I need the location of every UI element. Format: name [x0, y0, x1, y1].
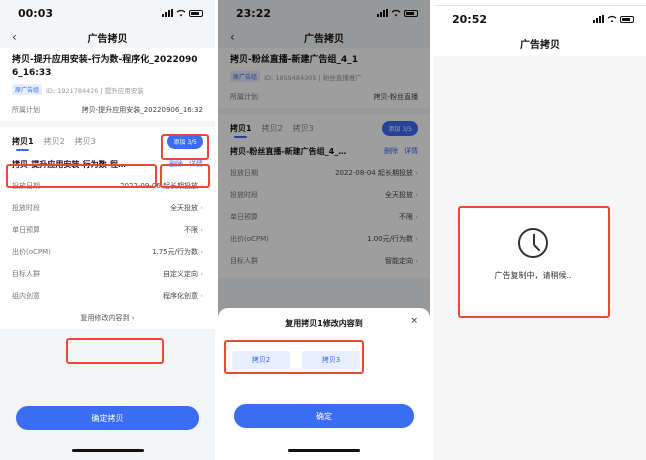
- copy-name: 拷贝-提升应用安装-行为数-程…: [12, 159, 126, 169]
- source-tag: 原广告组: [12, 84, 43, 95]
- home-indicator: [71, 449, 144, 452]
- confirm-copy-button[interactable]: 确定拷贝: [16, 406, 199, 430]
- nav-bar: ‹ 广告拷贝: [0, 26, 215, 48]
- option-copy-2[interactable]: 拷贝2: [232, 351, 290, 369]
- loading-text: 广告复制中，请稍候..: [494, 271, 572, 280]
- plan-row: 所属计划 拷贝-提升应用安装_20220906_16:32: [12, 105, 203, 115]
- signal-icon: [593, 15, 604, 23]
- copy-card: 拷贝1 拷贝2 拷贝3 添加 3/5 拷贝-提升应用安装-行为数-程… 删除 详…: [0, 127, 215, 329]
- setting-row[interactable]: 投放日期 2022-09-06 起长期投放: [12, 175, 203, 197]
- page-title: 广告拷贝: [87, 33, 128, 45]
- signal-icon: [162, 9, 173, 17]
- wifi-icon: [176, 9, 186, 17]
- setting-row[interactable]: 出价(oCPM) 1.75元/行为数: [12, 241, 203, 263]
- setting-row[interactable]: 目标人群 自定义定向: [12, 263, 203, 285]
- detail-button[interactable]: 详情: [189, 159, 203, 169]
- target-copy-options: 拷贝2 拷贝3: [218, 351, 430, 369]
- setting-row[interactable]: 单日预算 不限: [12, 219, 203, 241]
- delete-button[interactable]: 删除: [169, 159, 183, 169]
- status-bar: 20:52: [434, 6, 646, 32]
- copy-tabs: 拷贝1 拷贝2 拷贝3 添加 3/5: [12, 129, 203, 153]
- ad-id-text: ID: 1921784426 | 提升应用安装: [46, 86, 144, 95]
- add-copy-button[interactable]: 添加 3/5: [167, 134, 203, 149]
- phone-screen-3: 20:52 广告拷贝 广告复制中，请稍候..: [434, 0, 646, 460]
- copy-name-row: 拷贝-提升应用安装-行为数-程… 删除 详情: [12, 153, 203, 175]
- plan-label: 所属计划: [12, 106, 40, 114]
- status-icons: [593, 15, 634, 23]
- row-value: 自定义定向: [163, 269, 203, 279]
- tab-copy-2[interactable]: 拷贝2: [44, 136, 65, 147]
- row-value: 2022-09-06 起长期投放: [120, 181, 203, 191]
- row-label: 投放日期: [12, 182, 40, 190]
- storyboard: 00:03 ‹ 广告拷贝 拷贝-提升应用安装-行为数-程序化_20220906_…: [0, 0, 646, 460]
- status-bar: 00:03: [0, 0, 215, 26]
- copy-actions: 删除 详情: [169, 159, 203, 169]
- setting-list: 投放日期 2022-09-06 起长期投放 投放时段 全天投放 单日预算 不限 出价(…: [12, 175, 203, 307]
- ad-title: 拷贝-提升应用安装-行为数-程序化_20220906_16:33: [12, 55, 198, 78]
- battery-icon: [620, 15, 634, 23]
- highlight-reuse: [66, 338, 164, 364]
- nav-bar: 广告拷贝: [434, 32, 646, 54]
- setting-row[interactable]: 组内创意 程序化创意: [12, 285, 203, 307]
- plan-value: 拷贝-提升应用安装_20220906_16:32: [81, 106, 203, 114]
- phone-screen-1: 00:03 ‹ 广告拷贝 拷贝-提升应用安装-行为数-程序化_20220906_…: [0, 0, 215, 460]
- row-label: 投放时段: [12, 204, 40, 212]
- row-label: 单日预算: [12, 226, 40, 234]
- page-title: 广告拷贝: [520, 39, 560, 51]
- back-icon[interactable]: ‹: [12, 30, 17, 44]
- row-value: 不限: [184, 225, 203, 235]
- clock-icon: [518, 228, 548, 258]
- confirm-button[interactable]: 确定: [234, 404, 414, 428]
- reuse-changes-button[interactable]: 复用修改内容到 ›: [12, 313, 203, 323]
- setting-row[interactable]: 投放时段 全天投放: [12, 197, 203, 219]
- status-icons: [162, 9, 203, 17]
- battery-icon: [189, 9, 203, 17]
- ad-info-card: 拷贝-提升应用安装-行为数-程序化_20220906_16:33 原广告组 ID…: [0, 48, 215, 121]
- row-value: 1.75元/行为数: [152, 247, 203, 257]
- option-copy-3[interactable]: 拷贝3: [302, 351, 360, 369]
- status-time: 00:03: [18, 6, 54, 20]
- home-indicator: [288, 449, 360, 452]
- sheet-title: 复用拷贝1修改内容到: [285, 319, 363, 328]
- row-label: 目标人群: [12, 270, 40, 278]
- status-time: 20:52: [452, 12, 488, 26]
- row-label: 出价(oCPM): [12, 248, 51, 256]
- loading-dialog: 广告复制中，请稍候..: [458, 208, 608, 316]
- tab-copy-3[interactable]: 拷贝3: [75, 136, 96, 147]
- close-icon[interactable]: ×: [410, 316, 418, 326]
- ad-id-line: 原广告组 ID: 1921784426 | 提升应用安装: [12, 84, 203, 95]
- wifi-icon: [607, 15, 617, 23]
- phone-screen-2: 23:22 ‹ 广告拷贝 拷贝-粉丝直播-新建广告组_4_1 原广告组 ID: …: [218, 0, 430, 460]
- reuse-bottom-sheet: 复用拷贝1修改内容到 × 拷贝2 拷贝3 确定: [218, 308, 430, 460]
- tab-copy-1[interactable]: 拷贝1: [12, 136, 34, 151]
- row-value: 全天投放: [170, 203, 203, 213]
- row-label: 组内创意: [12, 292, 40, 300]
- row-value: 程序化创意: [163, 291, 203, 301]
